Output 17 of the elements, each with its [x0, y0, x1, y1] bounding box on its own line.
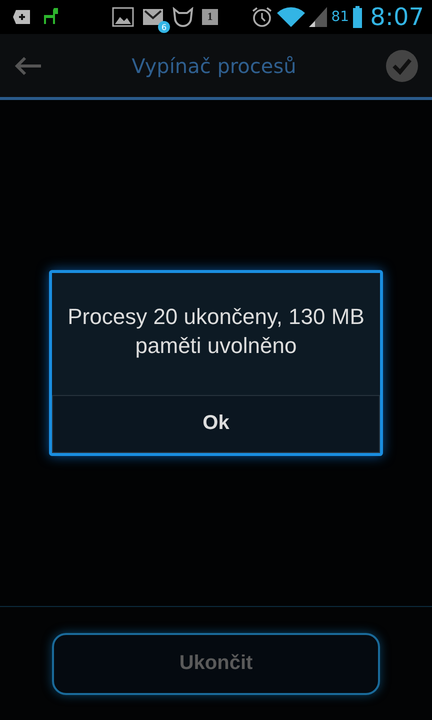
clock-time: 8:07	[370, 3, 424, 31]
dialog-message: Procesy 20 ukončeny, 130 MB paměti uvolněno	[66, 303, 366, 360]
alarm-icon	[251, 6, 274, 28]
battery-icon	[353, 6, 362, 28]
calendar-icon: 1	[202, 9, 218, 25]
notification-badge: 6	[158, 21, 170, 33]
add-icon	[12, 9, 32, 25]
image-icon	[112, 7, 134, 27]
back-arrow-icon[interactable]	[14, 56, 42, 76]
cat-face-icon	[172, 7, 194, 27]
ok-button[interactable]: Ok	[52, 394, 380, 453]
battery-level: 81	[331, 9, 350, 25]
wifi-icon	[277, 7, 306, 27]
signal-icon	[309, 7, 328, 27]
checkmark-icon[interactable]	[386, 50, 418, 82]
screen-title: Vypínač procesů	[132, 54, 296, 78]
mail-icon	[142, 8, 164, 26]
